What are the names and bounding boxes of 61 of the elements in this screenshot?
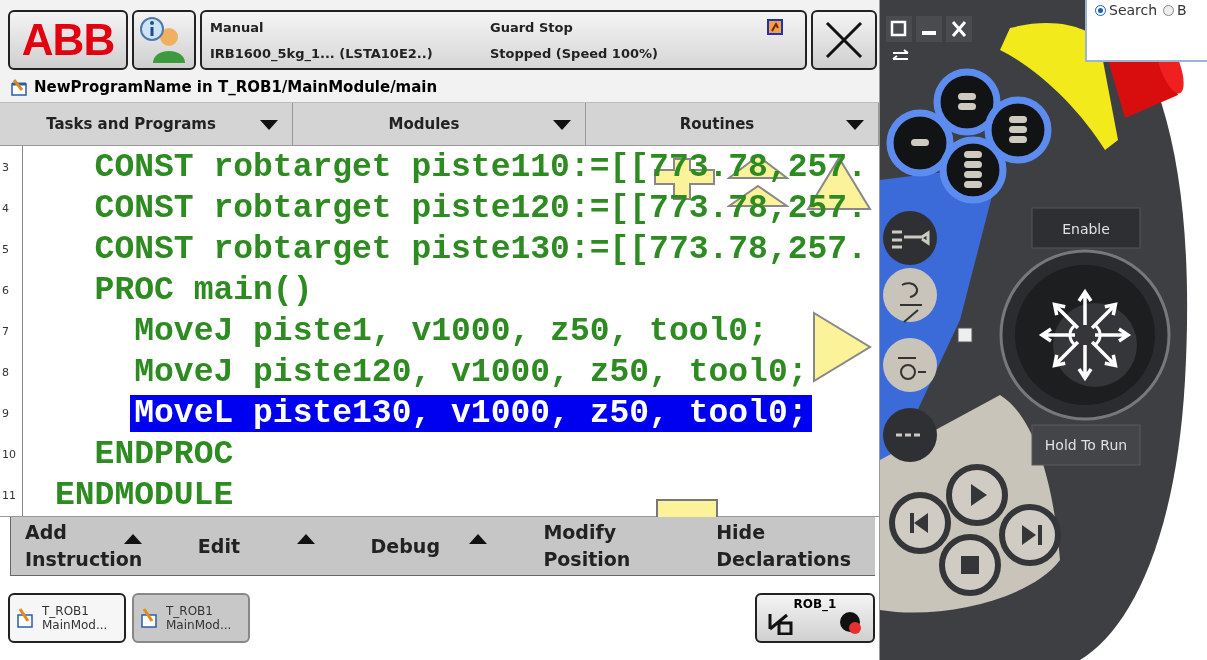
speed-text: Stopped (Speed 100%)	[490, 45, 659, 61]
line-number: 6	[1, 283, 10, 299]
radio-button[interactable]: B	[1163, 2, 1187, 18]
program-path: NewProgramName in T_ROB1/MainModule/main	[34, 78, 438, 96]
speed-disc-icon	[839, 611, 863, 635]
line-number: 10	[1, 447, 17, 463]
increment-icon	[767, 611, 795, 635]
swap-arrows-icon[interactable]	[892, 49, 909, 60]
robot-name-text: IRB1600_5kg_1... (LSTA10E2..)	[210, 45, 434, 61]
status-panel[interactable]: Manual Guard Stop IRB1600_5kg_1... (LSTA10E2..) Stopped (Speed 100%)	[200, 10, 807, 70]
jog-speed-button[interactable]	[886, 109, 954, 177]
line-number: 11	[1, 488, 17, 504]
jog-speed-button[interactable]	[984, 96, 1052, 164]
triangle-up-icon	[467, 532, 490, 544]
line-number: 8	[1, 365, 10, 381]
rotate-mode-button[interactable]	[883, 268, 937, 323]
line-number: 7	[1, 324, 10, 340]
program-icon	[10, 78, 30, 96]
menu-dash-button[interactable]	[883, 408, 937, 462]
program-icon	[140, 607, 160, 629]
dropdown-arrow-icon	[258, 119, 280, 131]
close-button[interactable]	[811, 10, 877, 70]
code-line[interactable]: CONST robtarget piste130:=[[773.78,257.	[90, 231, 871, 268]
jog-speed-button[interactable]	[933, 68, 1001, 136]
play-jog-icon[interactable]	[812, 311, 872, 383]
enable-button[interactable]: Enable	[1031, 207, 1141, 249]
code-line[interactable]: ENDMODULE	[51, 477, 238, 514]
program-icon	[16, 607, 36, 629]
line-number: 3	[1, 160, 10, 176]
tool-button[interactable]	[883, 211, 937, 265]
code-line[interactable]: PROC main()	[90, 272, 317, 309]
close-icon[interactable]	[946, 16, 972, 42]
code-line[interactable]: CONST robtarget piste110:=[[773.78,257.	[90, 149, 871, 186]
line-number: 9	[1, 406, 10, 422]
jog-speed-button[interactable]	[939, 136, 1007, 204]
code-line[interactable]: MoveJ piste1, v1000, z50, tool0;	[130, 313, 772, 350]
close-icon	[824, 20, 864, 60]
mode-text: Manual	[210, 19, 265, 35]
minus-jog-icon[interactable]	[656, 498, 718, 520]
code-line[interactable]: ENDPROC	[90, 436, 238, 473]
dropdown-arrow-icon	[551, 119, 573, 131]
joystick[interactable]	[999, 249, 1171, 421]
minimize-icon[interactable]	[916, 16, 942, 42]
radio-button[interactable]: Search	[1095, 2, 1158, 18]
joystick-handle-icon[interactable]	[957, 327, 973, 343]
info-button[interactable]	[132, 10, 196, 70]
state-text: Guard Stop	[490, 19, 574, 35]
triangle-up-icon	[121, 532, 144, 544]
line-number: 5	[1, 242, 10, 258]
abb-logo-button[interactable]: ABB	[8, 10, 128, 70]
hold-to-run-button[interactable]: Hold To Run	[1031, 424, 1141, 466]
robot-status-icon	[767, 19, 783, 35]
task-button[interactable]: T_ROB1 MainMod...	[132, 593, 250, 643]
triangle-up-icon	[294, 532, 317, 544]
task-button[interactable]: T_ROB1 MainMod...	[8, 593, 126, 643]
line-number: 4	[1, 201, 10, 217]
dropdown-arrow-icon	[844, 119, 866, 131]
maximize-icon[interactable]	[886, 16, 912, 42]
code-line[interactable]: CONST robtarget piste120:=[[773.78,257.	[90, 190, 871, 227]
robot-button[interactable]: ROB_1	[755, 593, 875, 643]
code-line[interactable]: MoveJ piste120, v1000, z50, tool0;	[130, 354, 812, 391]
